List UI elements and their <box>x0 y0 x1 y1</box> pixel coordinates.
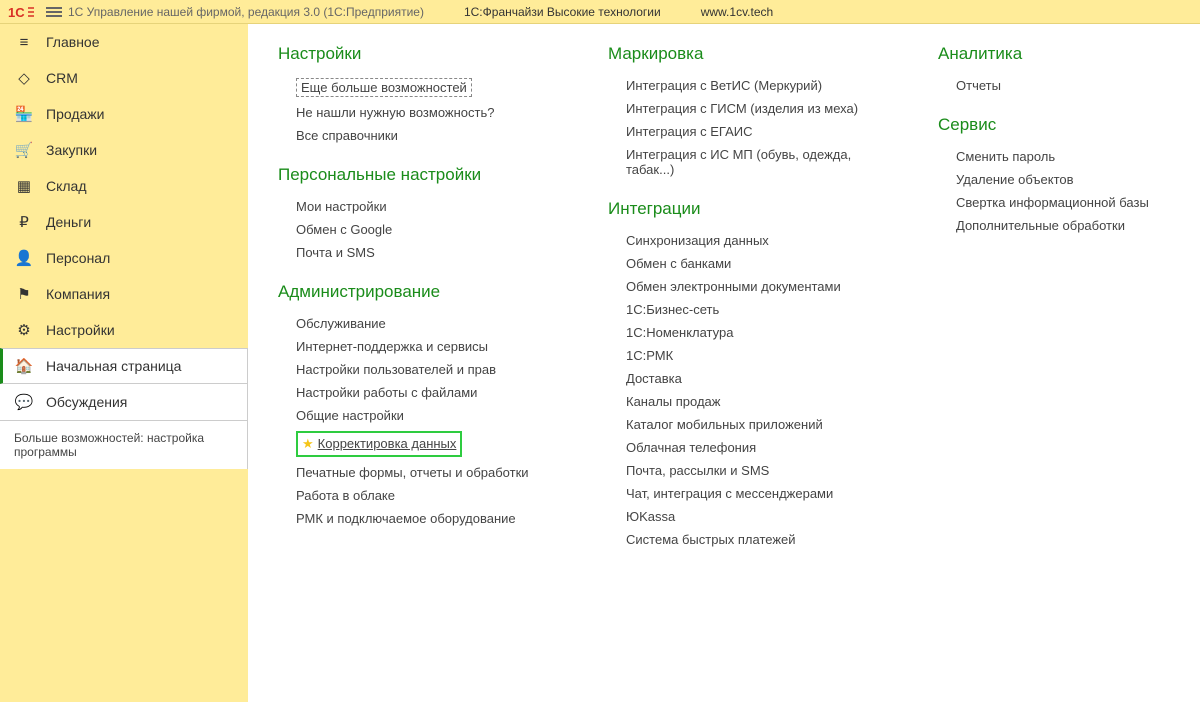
link-sbp[interactable]: Система быстрых платежей <box>626 528 898 551</box>
link-file-settings[interactable]: Настройки работы с файлами <box>296 381 568 404</box>
nav-label: Компания <box>46 286 110 302</box>
link-maintenance[interactable]: Обслуживание <box>296 312 568 335</box>
link-addons[interactable]: Дополнительные обработки <box>956 214 1170 237</box>
nav-personnel[interactable]: 👤 Персонал <box>0 240 248 276</box>
app-url: www.1cv.tech <box>701 5 773 19</box>
app-logo: 1C <box>8 4 36 20</box>
link-mail-sms2[interactable]: Почта, рассылки и SMS <box>626 459 898 482</box>
link-mail-sms[interactable]: Почта и SMS <box>296 241 568 264</box>
link-users-rights[interactable]: Настройки пользователей и прав <box>296 358 568 381</box>
nav-label: Настройки <box>46 322 115 338</box>
link-ismp[interactable]: Интеграция с ИС МП (обувь, одежда, табак… <box>626 143 898 181</box>
menu-icon: ≡ <box>14 32 34 52</box>
column-1: Настройки Еще больше возможностей Не наш… <box>278 44 568 682</box>
link-print-forms[interactable]: Печатные формы, отчеты и обработки <box>296 461 568 484</box>
nav-label: Склад <box>46 178 87 194</box>
nav-sales[interactable]: 🏪 Продажи <box>0 96 248 132</box>
column-3: Аналитика Отчеты Сервис Сменить пароль У… <box>938 44 1170 682</box>
svg-text:1C: 1C <box>8 5 25 20</box>
link-cloud-telephony[interactable]: Облачная телефония <box>626 436 898 459</box>
nav-label: Продажи <box>46 106 104 122</box>
link-cloud-work[interactable]: Работа в облаке <box>296 484 568 507</box>
money-icon: ₽ <box>14 212 34 232</box>
link-yookassa[interactable]: ЮKassa <box>626 505 898 528</box>
section-marking: Маркировка <box>608 44 898 64</box>
column-2: Маркировка Интеграция с ВетИС (Меркурий)… <box>608 44 898 682</box>
link-mobile-catalog[interactable]: Каталог мобильных приложений <box>626 413 898 436</box>
nav-crm[interactable]: ◇ CRM <box>0 60 248 96</box>
home-icon: 🏠 <box>14 356 34 376</box>
nav-purchases[interactable]: 🛒 Закупки <box>0 132 248 168</box>
link-delivery[interactable]: Доставка <box>626 367 898 390</box>
link-rmk-equipment[interactable]: РМК и подключаемое оборудование <box>296 507 568 530</box>
section-integrations: Интеграции <box>608 199 898 219</box>
chat-icon: 💬 <box>14 392 34 412</box>
link-change-password[interactable]: Сменить пароль <box>956 145 1170 168</box>
link-db-rollup[interactable]: Свертка информационной базы <box>956 191 1170 214</box>
section-service: Сервис <box>938 115 1170 135</box>
nav-home-page[interactable]: 🏠 Начальная страница <box>0 348 247 384</box>
link-1c-biznet[interactable]: 1С:Бизнес-сеть <box>626 298 898 321</box>
link-chat-messengers[interactable]: Чат, интеграция с мессенджерами <box>626 482 898 505</box>
nav-settings[interactable]: ⚙ Настройки <box>0 312 248 348</box>
link-all-catalogs[interactable]: Все справочники <box>296 124 568 147</box>
section-personal: Персональные настройки <box>278 165 568 185</box>
star-icon: ★ <box>302 436 314 451</box>
link-reports[interactable]: Отчеты <box>956 74 1170 97</box>
purchases-icon: 🛒 <box>14 140 34 160</box>
nav-label: CRM <box>46 70 78 86</box>
section-analytics: Аналитика <box>938 44 1170 64</box>
link-gism[interactable]: Интеграция с ГИСМ (изделия из меха) <box>626 97 898 120</box>
link-1c-rmk[interactable]: 1С:РМК <box>626 344 898 367</box>
link-vetis[interactable]: Интеграция с ВетИС (Меркурий) <box>626 74 898 97</box>
nav-company[interactable]: ⚑ Компания <box>0 276 248 312</box>
warehouse-icon: ▦ <box>14 176 34 196</box>
nav-label: Персонал <box>46 250 110 266</box>
nav-money[interactable]: ₽ Деньги <box>0 204 248 240</box>
link-my-settings[interactable]: Мои настройки <box>296 195 568 218</box>
sidebar-upper: ≡ Главное ◇ CRM 🏪 Продажи 🛒 Закупки ▦ Склад ₽… <box>0 24 248 348</box>
section-admin: Администрирование <box>278 282 568 302</box>
company-icon: ⚑ <box>14 284 34 304</box>
link-bank-exchange[interactable]: Обмен с банками <box>626 252 898 275</box>
franchise-name: 1С:Франчайзи Высокие технологии <box>464 5 661 19</box>
link-1c-nomen[interactable]: 1С:Номенклатура <box>626 321 898 344</box>
app-title: 1С Управление нашей фирмой, редакция 3.0… <box>68 5 424 19</box>
nav-discussions[interactable]: 💬 Обсуждения <box>0 384 247 420</box>
link-missing-feature[interactable]: Не нашли нужную возможность? <box>296 101 568 124</box>
content-area: Настройки Еще больше возможностей Не наш… <box>248 24 1200 702</box>
link-internet-support[interactable]: Интернет-поддержка и сервисы <box>296 335 568 358</box>
nav-label: Начальная страница <box>46 358 181 374</box>
link-sales-channels[interactable]: Каналы продаж <box>626 390 898 413</box>
link-more-features[interactable]: Еще больше возможностей <box>296 74 568 101</box>
nav-label: Главное <box>46 34 100 50</box>
nav-label: Закупки <box>46 142 97 158</box>
sales-icon: 🏪 <box>14 104 34 124</box>
link-google-sync[interactable]: Обмен с Google <box>296 218 568 241</box>
link-data-correction[interactable]: ★Корректировка данных <box>296 427 568 461</box>
crm-icon: ◇ <box>14 68 34 88</box>
nav-main[interactable]: ≡ Главное <box>0 24 248 60</box>
link-general-settings[interactable]: Общие настройки <box>296 404 568 427</box>
link-data-sync[interactable]: Синхронизация данных <box>626 229 898 252</box>
nav-label: Деньги <box>46 214 91 230</box>
link-edoc-exchange[interactable]: Обмен электронными документами <box>626 275 898 298</box>
personnel-icon: 👤 <box>14 248 34 268</box>
link-delete-objects[interactable]: Удаление объектов <box>956 168 1170 191</box>
section-settings: Настройки <box>278 44 568 64</box>
sidebar: ≡ Главное ◇ CRM 🏪 Продажи 🛒 Закупки ▦ Склад ₽… <box>0 24 248 702</box>
link-egais[interactable]: Интеграция с ЕГАИС <box>626 120 898 143</box>
main-menu-icon[interactable] <box>46 7 62 17</box>
nav-warehouse[interactable]: ▦ Склад <box>0 168 248 204</box>
settings-icon: ⚙ <box>14 320 34 340</box>
nav-label: Обсуждения <box>46 394 127 410</box>
sidebar-footer-link[interactable]: Больше возможностей: настройка программы <box>0 420 247 469</box>
titlebar: 1C 1С Управление нашей фирмой, редакция … <box>0 0 1200 24</box>
sidebar-lower: 🏠 Начальная страница 💬 Обсуждения Больше в… <box>0 348 248 469</box>
